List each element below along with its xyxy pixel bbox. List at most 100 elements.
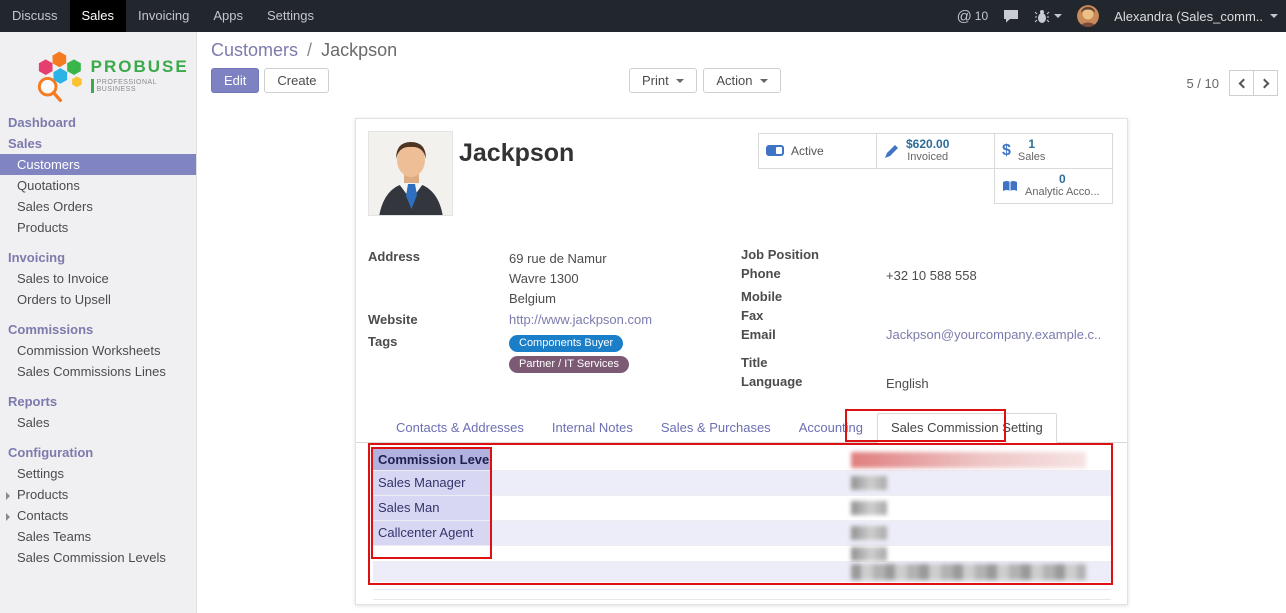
sales-count-value: 1	[1018, 138, 1046, 151]
sales-count-label: Sales	[1018, 151, 1046, 164]
sidebar-item-settings[interactable]: Settings	[0, 463, 196, 484]
address-line-1: 69 rue de Namur	[509, 249, 607, 269]
toggle-icon	[766, 145, 784, 157]
table-row-sales-manager[interactable]: Sales Manager	[373, 471, 1111, 496]
logo-title: PROBUSE	[91, 57, 196, 77]
logo-subtitle: PROFESSIONAL BUSINESS	[91, 79, 196, 93]
analytic-count-value: 0	[1025, 173, 1100, 186]
tag-partner-it-services[interactable]: Partner / IT Services	[509, 356, 629, 373]
caret-down-icon	[760, 79, 768, 87]
table-row-sales-man[interactable]: Sales Man	[373, 496, 1111, 521]
sidebar-heading-reports[interactable]: Reports	[0, 391, 196, 412]
action-dropdown-button[interactable]: Action	[703, 68, 781, 93]
redacted-value-cell	[851, 564, 1086, 580]
menu-invoicing[interactable]: Invoicing	[126, 0, 201, 32]
fax-field-label: Fax	[741, 308, 886, 324]
table-footer-line	[373, 590, 1111, 600]
pencil-icon	[884, 144, 899, 159]
sidebar-heading-commissions[interactable]: Commissions	[0, 319, 196, 340]
breadcrumb: Customers / Jackpson	[211, 40, 397, 61]
table-row-empty[interactable]	[373, 546, 1111, 562]
mobile-field-label: Mobile	[741, 289, 886, 305]
tag-components-buyer[interactable]: Components Buyer	[509, 335, 623, 352]
sidebar-item-sales-to-invoice[interactable]: Sales to Invoice	[0, 268, 196, 289]
breadcrumb-customers[interactable]: Customers	[211, 40, 298, 60]
stat-buttons: Active $620.00 Invoiced $ 1 Sales	[759, 134, 1113, 204]
sidebar-item-reports-sales[interactable]: Sales	[0, 412, 196, 433]
redacted-header-cell	[851, 452, 1086, 468]
tab-contacts-addresses[interactable]: Contacts & Addresses	[382, 413, 538, 443]
sidebar-item-config-contacts[interactable]: Contacts	[0, 505, 196, 526]
redacted-value-cell	[851, 547, 887, 561]
sidebar-item-label: Contacts	[17, 508, 68, 523]
sidebar-item-sales-orders[interactable]: Sales Orders	[0, 196, 196, 217]
user-menu[interactable]: Alexandra (Sales_comm..	[1114, 9, 1263, 24]
sidebar-item-orders-to-upsell[interactable]: Orders to Upsell	[0, 289, 196, 310]
sidebar-heading-dashboard[interactable]: Dashboard	[0, 112, 196, 133]
address-line-3: Belgium	[509, 289, 607, 309]
create-button[interactable]: Create	[264, 68, 329, 93]
sidebar-item-sales-commission-levels[interactable]: Sales Commission Levels	[0, 547, 196, 568]
sidebar-item-commission-worksheets[interactable]: Commission Worksheets	[0, 340, 196, 361]
sidebar-item-sales-commissions-lines[interactable]: Sales Commissions Lines	[0, 361, 196, 382]
chevron-left-icon	[1238, 78, 1248, 88]
sidebar-item-customers[interactable]: Customers	[0, 154, 196, 175]
menu-apps[interactable]: Apps	[201, 0, 255, 32]
table-row-empty[interactable]	[373, 562, 1111, 582]
sidebar-heading-sales[interactable]: Sales	[0, 133, 196, 154]
main-content: Customers / Jackpson Edit Create Print A…	[197, 32, 1286, 613]
tab-sales-purchases[interactable]: Sales & Purchases	[647, 413, 785, 443]
sales-stat-button[interactable]: $ 1 Sales	[994, 133, 1113, 169]
active-label: Active	[791, 144, 824, 158]
address-field-value: 69 rue de Namur Wavre 1300 Belgium	[509, 249, 607, 309]
email-link[interactable]: Jackpson@yourcompany.example.c..	[886, 327, 1101, 343]
chevron-right-icon	[1259, 78, 1269, 88]
phone-field-label: Phone	[741, 266, 886, 286]
edit-button[interactable]: Edit	[211, 68, 259, 93]
invoiced-value: $620.00	[906, 138, 949, 151]
book-icon	[1002, 180, 1018, 193]
website-field-label: Website	[368, 312, 509, 328]
mention-count: 10	[975, 9, 988, 23]
breadcrumb-current: Jackpson	[321, 40, 397, 60]
sidebar-item-sales-teams[interactable]: Sales Teams	[0, 526, 196, 547]
sidebar-item-products[interactable]: Products	[0, 217, 196, 238]
user-avatar[interactable]	[1077, 5, 1099, 27]
sidebar-item-quotations[interactable]: Quotations	[0, 175, 196, 196]
active-stat-button[interactable]: Active	[758, 133, 877, 169]
probuse-logo-icon	[34, 46, 89, 104]
tab-internal-notes[interactable]: Internal Notes	[538, 413, 647, 443]
job-position-field-label: Job Position	[741, 247, 886, 263]
notebook-tabs: Contacts & Addresses Internal Notes Sale…	[356, 413, 1127, 443]
website-link[interactable]: http://www.jackpson.com	[509, 312, 652, 328]
tab-sales-commission-setting[interactable]: Sales Commission Setting	[877, 413, 1057, 443]
invoiced-stat-button[interactable]: $620.00 Invoiced	[876, 133, 995, 169]
sidebar-heading-configuration[interactable]: Configuration	[0, 442, 196, 463]
pager-next-button[interactable]	[1253, 70, 1278, 96]
pager-previous-button[interactable]	[1229, 70, 1254, 96]
language-field-label: Language	[741, 374, 886, 394]
sidebar-item-label: Products	[17, 487, 68, 502]
sidebar-item-config-products[interactable]: Products	[0, 484, 196, 505]
menu-sales[interactable]: Sales	[70, 0, 127, 32]
mentions-counter[interactable]: @ 10	[957, 8, 989, 25]
topbar-right: @ 10	[957, 5, 1286, 27]
menu-settings[interactable]: Settings	[255, 0, 326, 32]
pager-value: 5 / 10	[1186, 76, 1219, 91]
phone-field-value: +32 10 588 558	[886, 266, 977, 286]
invoiced-label: Invoiced	[906, 151, 949, 164]
customer-photo[interactable]	[368, 131, 453, 216]
table-row-callcenter-agent[interactable]: Callcenter Agent	[373, 521, 1111, 546]
menu-discuss[interactable]: Discuss	[0, 0, 70, 32]
address-field-label: Address	[368, 249, 509, 309]
tab-accounting[interactable]: Accounting	[785, 413, 877, 443]
sidebar-heading-invoicing[interactable]: Invoicing	[0, 247, 196, 268]
dollar-icon: $	[1002, 142, 1011, 160]
debug-icon[interactable]	[1034, 9, 1062, 23]
email-field-label: Email	[741, 327, 886, 343]
messages-icon[interactable]	[1003, 9, 1019, 23]
title-field-label: Title	[741, 355, 886, 371]
analytic-stat-button[interactable]: 0 Analytic Acco...	[994, 168, 1113, 204]
print-dropdown-button[interactable]: Print	[629, 68, 697, 93]
commission-table: Commission Level Sales Manager Sales Man…	[373, 448, 1111, 600]
